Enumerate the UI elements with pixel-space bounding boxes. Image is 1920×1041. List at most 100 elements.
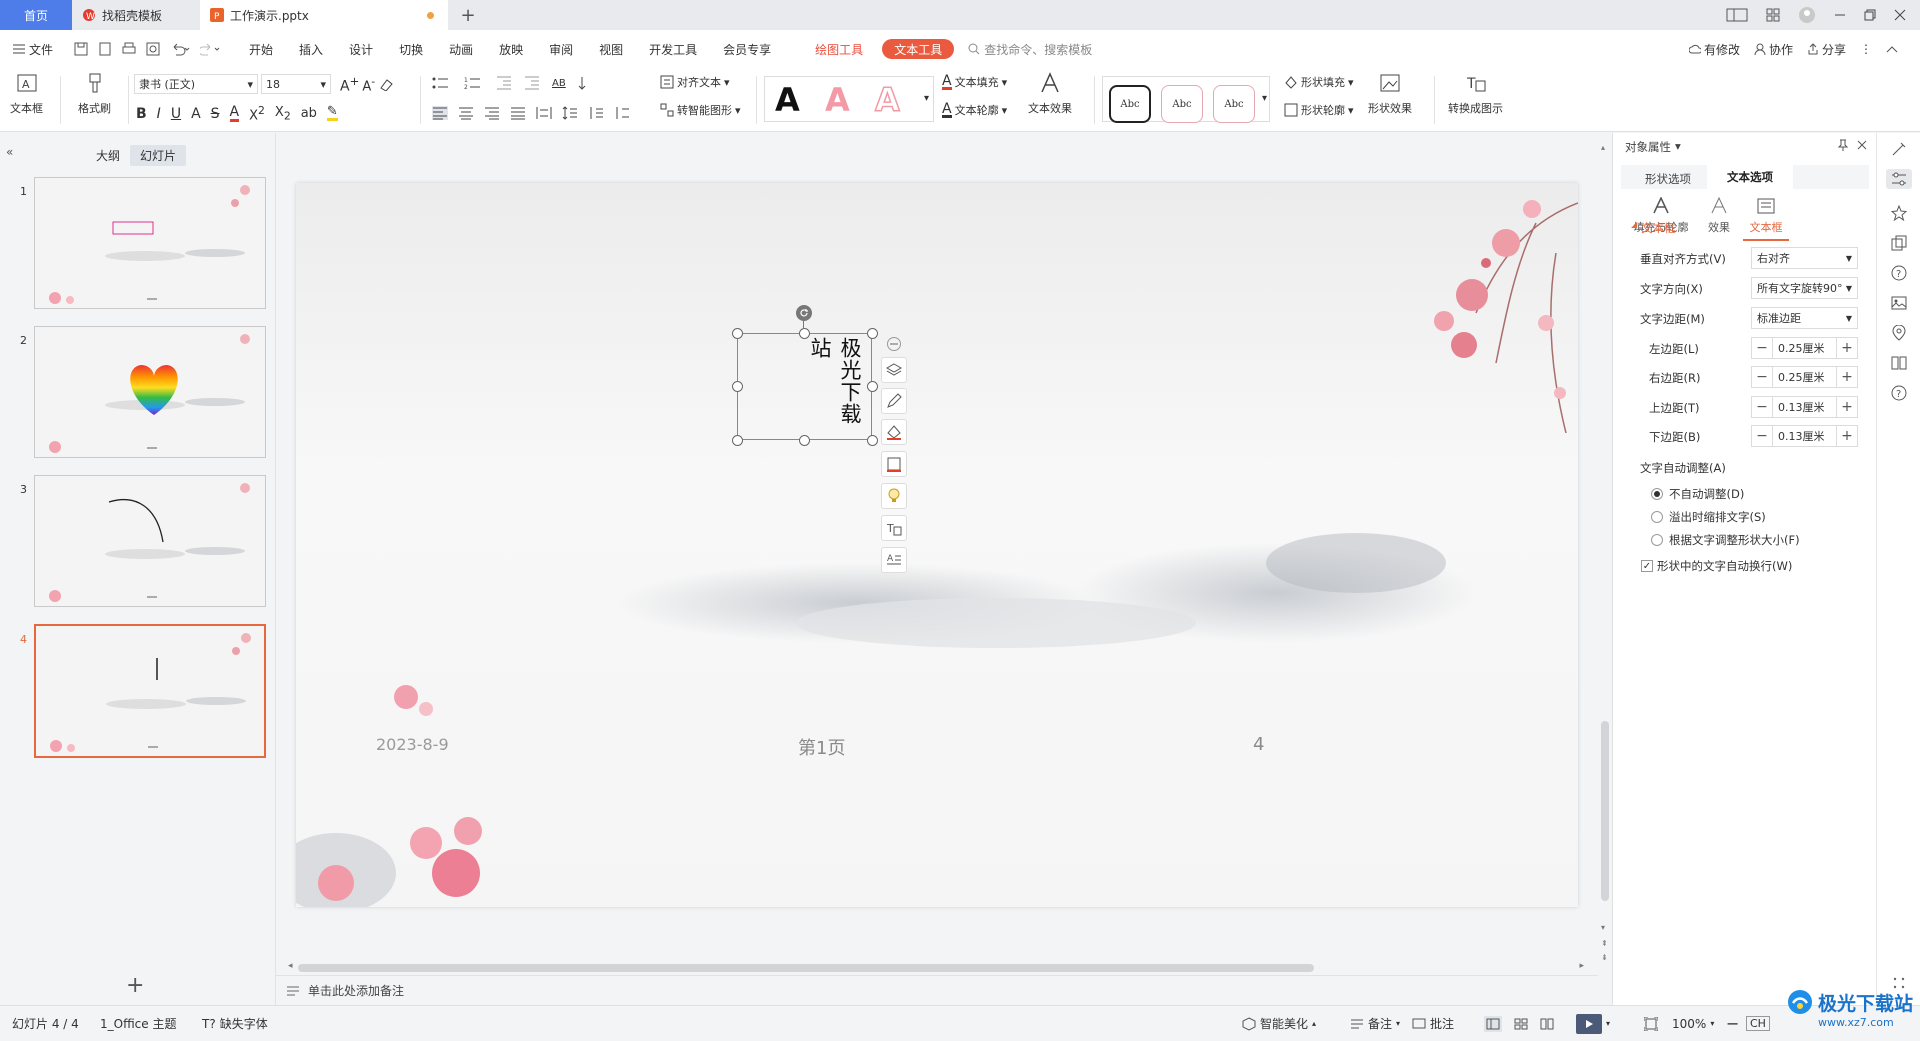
autofit-none-option[interactable]: 不自动调整(D) — [1651, 486, 1744, 502]
text-outline-button[interactable]: A 文本轮廓 ▾ — [942, 102, 1007, 118]
wrap-text-checkbox[interactable]: ✓ 形状中的文字自动换行(W) — [1641, 558, 1792, 574]
footer-page-label[interactable]: 第1页 — [798, 734, 845, 760]
slide-thumbnail-3[interactable] — [34, 475, 266, 607]
shape-fill-icon[interactable] — [881, 419, 907, 445]
tab-shape-options[interactable]: 形状选项 — [1645, 171, 1691, 187]
add-slide-button[interactable]: + — [126, 973, 144, 998]
collaborate-button[interactable]: 协作 — [1754, 41, 1793, 58]
superscript-icon[interactable]: X2 — [249, 104, 265, 123]
increment-button[interactable]: + — [1836, 396, 1858, 418]
pin-icon[interactable] — [1837, 139, 1849, 151]
align-center-icon[interactable] — [458, 106, 474, 120]
increment-button[interactable]: + — [1836, 425, 1858, 447]
vertical-scrollbar[interactable]: ▴ ▾ ⇞ ⇟ — [1598, 133, 1612, 975]
menu-transition[interactable]: 切换 — [386, 30, 436, 68]
align-right-icon[interactable] — [484, 106, 500, 120]
shape-style-3[interactable]: Abc — [1213, 85, 1255, 123]
menu-review[interactable]: 审阅 — [536, 30, 586, 68]
left-margin-input[interactable]: 0.25厘米 — [1773, 337, 1836, 359]
menu-member[interactable]: 会员专享 — [710, 30, 784, 68]
minimize-icon[interactable] — [1834, 9, 1846, 21]
resize-handle[interactable] — [799, 435, 810, 446]
shape-style-2[interactable]: Abc — [1161, 85, 1203, 123]
spacing-dropdown-icon[interactable] — [614, 106, 630, 120]
menu-view[interactable]: 视图 — [586, 30, 636, 68]
panel-title[interactable]: 对象属性 ▾ — [1625, 139, 1681, 155]
current-slide[interactable]: 极光下载站 T A 2023-8-9 第1页 4 — [296, 183, 1578, 907]
sort-icon[interactable] — [578, 76, 594, 90]
slide-thumbnail-2[interactable] — [34, 326, 266, 458]
page-down-icon[interactable]: ⇟ — [1601, 953, 1608, 962]
align-left-icon[interactable] — [432, 106, 448, 120]
section-textbox-header[interactable]: ◢ 文本框 — [1631, 220, 1676, 236]
text-convert-icon[interactable]: T — [881, 515, 907, 541]
italic-icon[interactable]: I — [157, 106, 161, 122]
resize-handle[interactable] — [799, 328, 810, 339]
right-margin-input[interactable]: 0.25厘米 — [1773, 366, 1836, 388]
paragraph-spacing-icon[interactable] — [588, 106, 604, 120]
rotate-handle-icon[interactable] — [796, 305, 812, 321]
bold-icon[interactable]: B — [136, 106, 147, 122]
bullet-list-icon[interactable] — [432, 76, 452, 90]
animation-icon[interactable] — [1889, 203, 1909, 223]
missing-font-button[interactable]: T? 缺失字体 — [202, 1006, 268, 1041]
scroll-down-icon[interactable]: ▾ — [1601, 923, 1605, 932]
tab-template[interactable]: W 找稻壳模板 — [72, 0, 200, 30]
normal-view-icon[interactable] — [1484, 1015, 1502, 1032]
footer-date[interactable]: 2023-8-9 — [376, 735, 449, 754]
reading-view-icon[interactable] — [1540, 1018, 1554, 1030]
avatar[interactable] — [1798, 6, 1816, 24]
help-icon[interactable]: ? — [1889, 263, 1909, 283]
text-direction-button[interactable]: AB — [552, 78, 566, 89]
wordart-black[interactable]: A — [775, 81, 800, 119]
increase-indent-icon[interactable] — [524, 76, 540, 90]
menu-insert[interactable]: 插入 — [286, 30, 336, 68]
horizontal-scrollbar[interactable]: ◂ ▸ — [288, 961, 1584, 975]
notes-pane[interactable]: 单击此处添加备注 — [276, 975, 1598, 1005]
decrease-indent-icon[interactable] — [496, 76, 512, 90]
properties-icon[interactable] — [1886, 169, 1912, 189]
vertical-scroll-thumb[interactable] — [1601, 721, 1609, 901]
text-effect-button[interactable]: 文本效果 — [1028, 72, 1072, 116]
export-icon[interactable] — [98, 42, 112, 56]
menu-developer[interactable]: 开发工具 — [636, 30, 710, 68]
grow-font-icon[interactable]: A+ — [340, 74, 359, 95]
increment-button[interactable]: + — [1836, 337, 1858, 359]
shape-outline-button[interactable]: 形状轮廓 ▾ — [1284, 102, 1354, 118]
format-painter-button[interactable]: 格式刷 — [78, 72, 111, 116]
subscript-icon[interactable]: X2 — [275, 105, 291, 123]
subtab-effect[interactable]: 效果 — [1699, 197, 1739, 235]
zoom-select[interactable]: 100% ▾ — [1672, 1006, 1714, 1041]
align-text-button[interactable]: 对齐文本 ▾ — [660, 74, 730, 90]
shape-fill-button[interactable]: 形状填充 ▾ — [1284, 74, 1354, 90]
footer-page-number[interactable]: 4 — [1253, 734, 1264, 755]
magic-icon[interactable] — [1889, 139, 1909, 159]
wordart-more-icon[interactable]: ▾ — [924, 93, 929, 104]
resize-handle[interactable] — [732, 328, 743, 339]
resize-handle[interactable] — [867, 381, 878, 392]
menu-design[interactable]: 设计 — [336, 30, 386, 68]
slide-thumbnail-4[interactable] — [34, 624, 266, 758]
resize-handle[interactable] — [867, 328, 878, 339]
strikethrough-icon[interactable]: S — [211, 106, 220, 122]
distribute-icon[interactable] — [536, 106, 552, 120]
decrement-button[interactable]: − — [1751, 337, 1773, 359]
bottom-margin-input[interactable]: 0.13厘米 — [1773, 425, 1836, 447]
shadow-a-icon[interactable]: A — [191, 106, 201, 122]
phonetic-icon[interactable]: ab — [301, 106, 317, 121]
highlight-icon[interactable]: ✎ — [326, 105, 338, 122]
text-layout-icon[interactable]: A — [881, 547, 907, 573]
tab-outline[interactable]: 大纲 — [86, 145, 130, 166]
file-menu[interactable]: 文件 — [0, 30, 66, 68]
decrement-button[interactable]: − — [1751, 425, 1773, 447]
tab-document[interactable]: P 工作演示.pptx — [200, 0, 448, 30]
undo-icon[interactable] — [170, 42, 190, 56]
theme-name[interactable]: 1_Office 主题 — [100, 1006, 176, 1041]
margin-select[interactable]: 标准边距 ▼ — [1751, 307, 1858, 329]
convert-diagram-button[interactable]: T 转换成图示 — [1448, 72, 1503, 116]
restore-icon[interactable] — [1864, 9, 1876, 21]
wordart-outline[interactable]: A — [874, 80, 900, 120]
location-icon[interactable] — [1889, 323, 1909, 343]
decrement-button[interactable]: − — [1751, 366, 1773, 388]
subtab-textbox[interactable]: 文本框 — [1743, 197, 1789, 241]
